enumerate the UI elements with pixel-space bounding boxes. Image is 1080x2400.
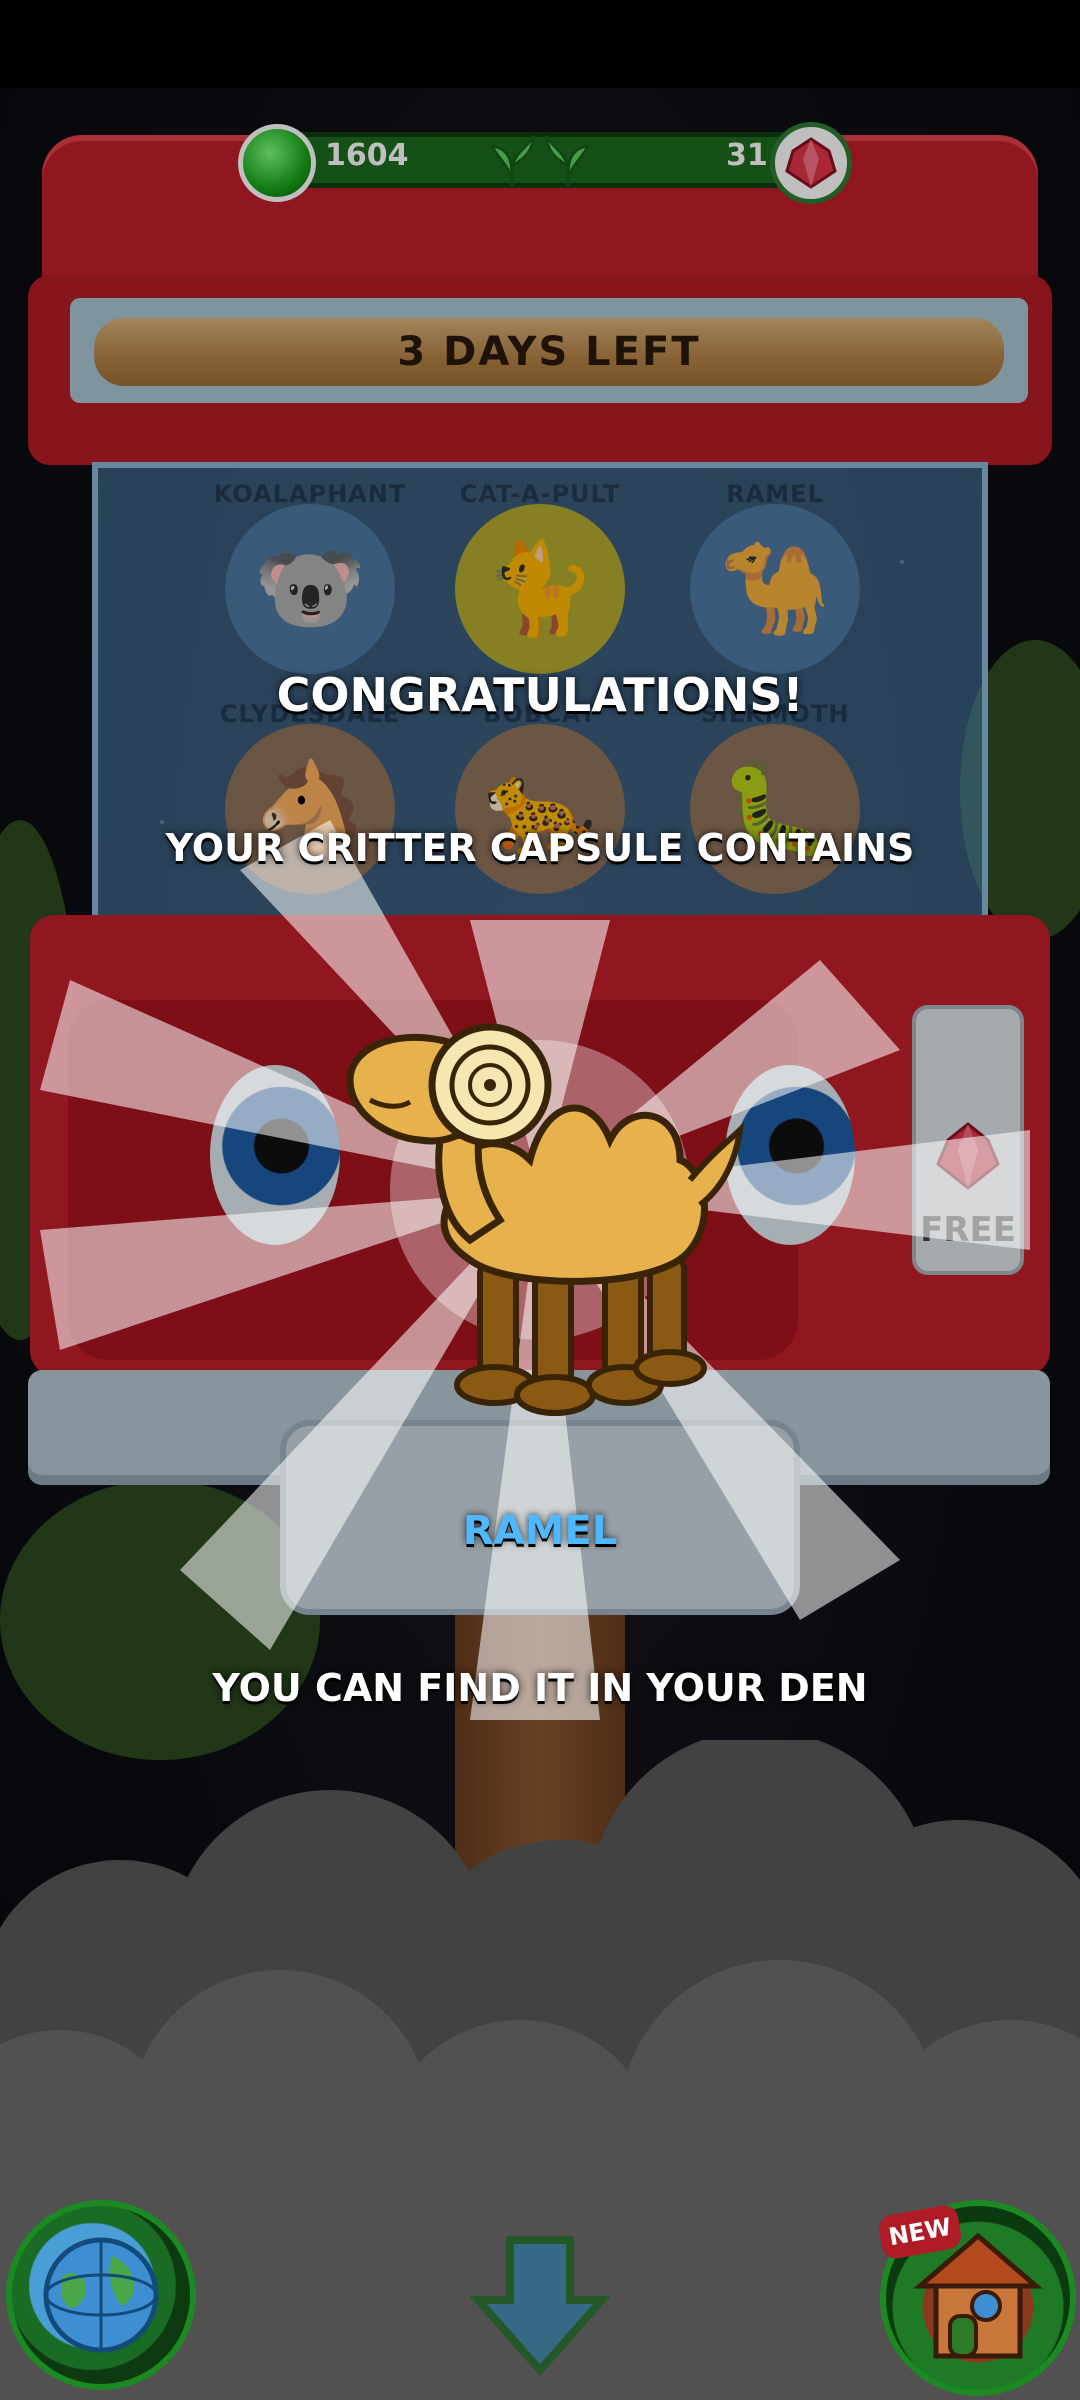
globe-icon	[43, 2237, 159, 2353]
scroll-down-button[interactable]	[470, 2230, 610, 2380]
globe-button[interactable]	[6, 2200, 196, 2390]
find-in-den-text: YOU CAN FIND IT IN YOUR DEN	[212, 1666, 868, 1710]
capsule-contains-text: YOUR CRITTER CAPSULE CONTAINS	[165, 826, 915, 870]
congratulations-title: CONGRATULATIONS!	[276, 668, 804, 722]
reward-critter-name: RAMEL	[462, 1508, 618, 1554]
ramel-reward-icon	[346, 1023, 745, 1416]
